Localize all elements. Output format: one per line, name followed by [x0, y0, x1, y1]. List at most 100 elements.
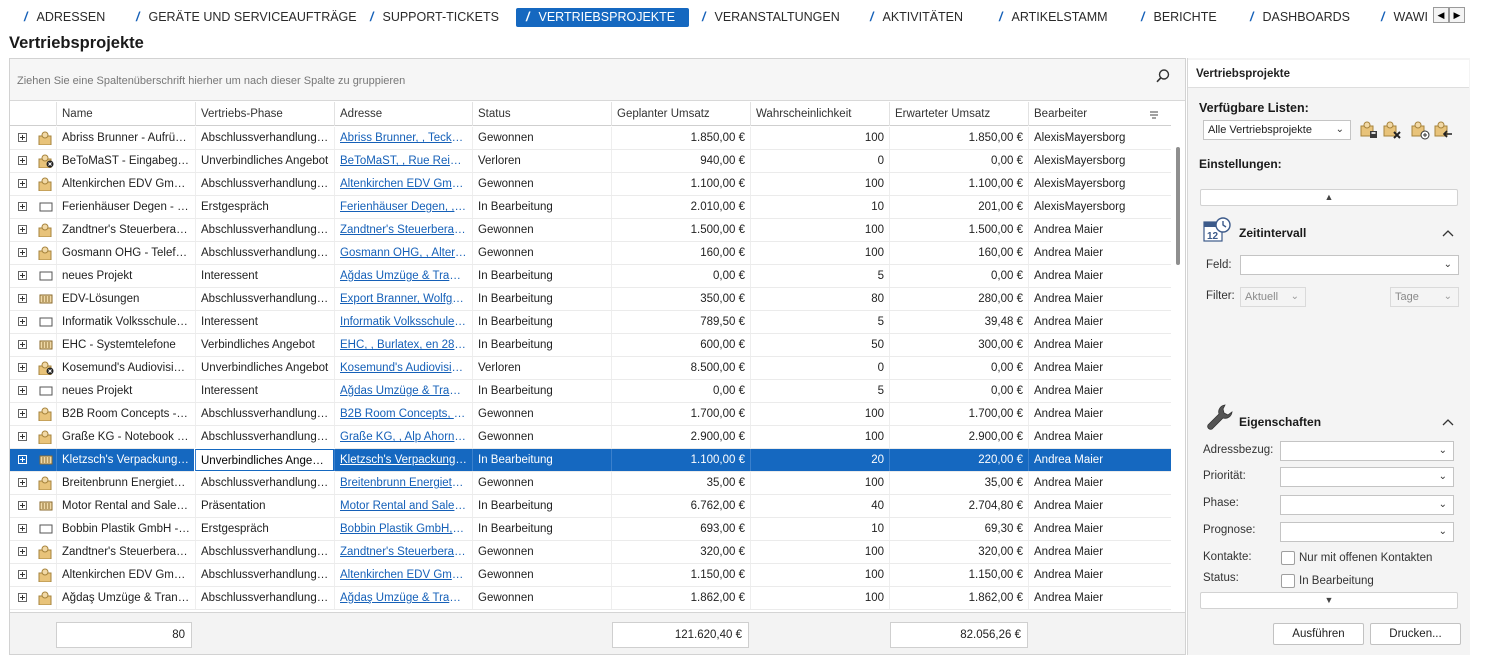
header-phase[interactable]: Vertriebs-Phase: [195, 102, 334, 126]
header-address[interactable]: Adresse: [334, 102, 472, 126]
time-unit-select[interactable]: Tage ⌄: [1390, 287, 1459, 307]
forecast-select[interactable]: ⌄: [1280, 522, 1454, 542]
side-tab[interactable]: Vertriebsprojekte: [1188, 60, 1469, 88]
expand-row-icon[interactable]: [18, 432, 27, 441]
cell-address-link[interactable]: Informatik Volksschule, K…: [334, 311, 472, 333]
table-row[interactable]: B2B Room Concepts - So… Abschlussverhandl…: [10, 403, 1171, 426]
print-button[interactable]: Drucken...: [1370, 623, 1461, 645]
expand-row-icon[interactable]: [18, 409, 27, 418]
cell-address-link[interactable]: Altenkirchen EDV GmbH, …: [334, 173, 472, 195]
open-contacts-checkbox[interactable]: [1281, 551, 1295, 565]
header-name[interactable]: Name: [56, 102, 195, 126]
phase-select[interactable]: ⌄: [1280, 495, 1454, 515]
cell-address-link[interactable]: Export Branner, Wolfgan…: [334, 288, 472, 310]
expand-row-icon[interactable]: [18, 271, 27, 280]
expand-row-icon[interactable]: [18, 593, 27, 602]
nav-tab-aktivitaeten[interactable]: / AKTIVITÄTEN: [866, 8, 977, 27]
cell-address-link[interactable]: Ağdas Umzüge & Transp…: [334, 265, 472, 287]
table-row[interactable]: EHC - Systemtelefone Verbindliches Angebo…: [10, 334, 1171, 357]
save-list-icon[interactable]: [1359, 120, 1379, 140]
cell-address-link[interactable]: Zandtner's Steuerberate…: [334, 219, 472, 241]
expand-row-icon[interactable]: [18, 524, 27, 533]
header-probability[interactable]: Wahrscheinlichkeit: [750, 102, 889, 126]
grid-scrollbar[interactable]: [1173, 127, 1183, 613]
nav-tab-support-tickets[interactable]: / SUPPORT-TICKETS: [366, 8, 513, 27]
chevron-up-icon[interactable]: [1442, 228, 1454, 240]
table-row[interactable]: Graße KG - Notebook + … Abschlussverhandl…: [10, 426, 1171, 449]
table-row[interactable]: Abriss Brunner - Aufrüst… Abschlussverhan…: [10, 127, 1171, 150]
cell-address-link[interactable]: Altenkirchen EDV GmbH, …: [334, 564, 472, 586]
column-chooser-icon[interactable]: [1147, 107, 1161, 121]
nav-tab-dashboards[interactable]: / DASHBOARDS: [1246, 8, 1364, 27]
expand-row-icon[interactable]: [18, 202, 27, 211]
table-row[interactable]: Ağdaş Umzüge & Transp… Abschlussverhandlu…: [10, 587, 1171, 610]
filter-select[interactable]: Aktuell ⌄: [1240, 287, 1306, 307]
expand-row-icon[interactable]: [18, 317, 27, 326]
expand-row-icon[interactable]: [18, 294, 27, 303]
expand-row-icon[interactable]: [18, 386, 27, 395]
cell-address-link[interactable]: Motor Rental and Sale, , …: [334, 495, 472, 517]
table-row[interactable]: BeToMaST - Eingabegeräte Unverbindliches …: [10, 150, 1171, 173]
table-row[interactable]: Gosmann OHG - Telefona… Abschlussverhandl…: [10, 242, 1171, 265]
table-row[interactable]: neues Projekt Interessent Ağdas Umzüge & T…: [10, 265, 1171, 288]
nav-tab-adressen[interactable]: / ADRESSEN: [20, 8, 119, 27]
table-row[interactable]: Motor Rental and Sale - … Präsentation Mot…: [10, 495, 1171, 518]
cell-address-link[interactable]: B2B Room Concepts, , L…: [334, 403, 472, 425]
header-planned-revenue[interactable]: Geplanter Umsatz: [611, 102, 750, 126]
expand-row-icon[interactable]: [18, 156, 27, 165]
scroll-up-button[interactable]: ▲: [1200, 189, 1458, 206]
cell-address-link[interactable]: Breitenbrunn Energietec…: [334, 472, 472, 494]
cell-address-link[interactable]: Bobbin Plastik GmbH, , C…: [334, 518, 472, 540]
nav-next-icon[interactable]: ▶: [1449, 7, 1465, 23]
status-in-progress-checkbox[interactable]: [1281, 574, 1295, 588]
nav-tab-artikelstamm[interactable]: / ARTIKELSTAMM: [995, 8, 1122, 27]
table-row[interactable]: Kosemund's Audiovision -… Unverbindliches…: [10, 357, 1171, 380]
cell-address-link[interactable]: Graße KG, , Alp Ahorn 4…: [334, 426, 472, 448]
run-button[interactable]: Ausführen: [1273, 623, 1364, 645]
cell-address-link[interactable]: Ağdas Umzüge & Transp…: [334, 380, 472, 402]
grid-scrollbar-thumb[interactable]: [1176, 147, 1180, 265]
header-expected-revenue[interactable]: Erwarteter Umsatz: [889, 102, 1028, 126]
cell-address-link[interactable]: Kletzsch's Verpackungen, …: [334, 449, 472, 471]
cell-address-link[interactable]: Ağdaş Umzüge & Transp…: [334, 587, 472, 609]
expand-row-icon[interactable]: [18, 225, 27, 234]
header-status[interactable]: Status: [472, 102, 611, 126]
expand-row-icon[interactable]: [18, 248, 27, 257]
table-row[interactable]: Ferienhäuser Degen - So… Erstgespräch Feri…: [10, 196, 1171, 219]
address-ref-select[interactable]: ⌄: [1280, 441, 1454, 461]
nav-prev-icon[interactable]: ◀: [1433, 7, 1449, 23]
nav-tab-wawi[interactable]: / WAWI: [1377, 8, 1433, 27]
table-row[interactable]: Zandtner's Steuerberate… Abschlussverhand…: [10, 541, 1171, 564]
chevron-up-icon[interactable]: [1442, 417, 1454, 429]
expand-row-icon[interactable]: [18, 455, 27, 464]
table-row[interactable]: Zandtner's Steuerberate… Abschlussverhand…: [10, 219, 1171, 242]
copy-list-icon[interactable]: [1410, 120, 1430, 140]
table-row[interactable]: Informatik Volksschule - I… Interessent In…: [10, 311, 1171, 334]
table-row[interactable]: Bobbin Plastik GmbH - Tel… Erstgespräch Bo…: [10, 518, 1171, 541]
table-row[interactable]: Kletzsch's Verpackungen … Unverbindliches…: [10, 448, 1171, 472]
cell-address-link[interactable]: Gosmann OHG, , Alter R…: [334, 242, 472, 264]
group-by-area[interactable]: Ziehen Sie eine Spaltenüberschrift hierh…: [10, 59, 1185, 101]
scroll-down-button[interactable]: ▼: [1200, 592, 1458, 609]
list-select[interactable]: Alle Vertriebsprojekte ⌄: [1203, 120, 1351, 140]
expand-row-icon[interactable]: [18, 363, 27, 372]
table-row[interactable]: neues Projekt Interessent Ağdas Umzüge & T…: [10, 380, 1171, 403]
cell-address-link[interactable]: EHC, , Burlatex, en 28, …: [334, 334, 472, 356]
table-row[interactable]: Altenkirchen EDV GmbH -… Abschlussverhand…: [10, 564, 1171, 587]
expand-row-icon[interactable]: [18, 501, 27, 510]
expand-row-icon[interactable]: [18, 340, 27, 349]
search-icon[interactable]: [1155, 68, 1171, 84]
nav-tab-berichte[interactable]: / BERICHTE: [1137, 8, 1231, 27]
table-row[interactable]: Breitenbrunn Energietec… Abschlussverhand…: [10, 472, 1171, 495]
cell-address-link[interactable]: Ferienhäuser Degen, , D…: [334, 196, 472, 218]
nav-tab-geraete[interactable]: / GERÄTE UND SERVICEAUFTRÄGE: [132, 8, 371, 27]
cell-address-link[interactable]: Abriss Brunner, , Teckst…: [334, 127, 472, 149]
expand-row-icon[interactable]: [18, 133, 27, 142]
import-list-icon[interactable]: [1433, 120, 1453, 140]
expand-row-icon[interactable]: [18, 179, 27, 188]
cell-address-link[interactable]: Kosemund's Audiovision, …: [334, 357, 472, 379]
nav-tab-vertriebsprojekte[interactable]: / VERTRIEBSPROJEKTE: [516, 8, 690, 27]
nav-tab-veranstaltungen[interactable]: / VERANSTALTUNGEN: [698, 8, 854, 27]
priority-select[interactable]: ⌄: [1280, 467, 1454, 487]
expand-row-icon[interactable]: [18, 547, 27, 556]
